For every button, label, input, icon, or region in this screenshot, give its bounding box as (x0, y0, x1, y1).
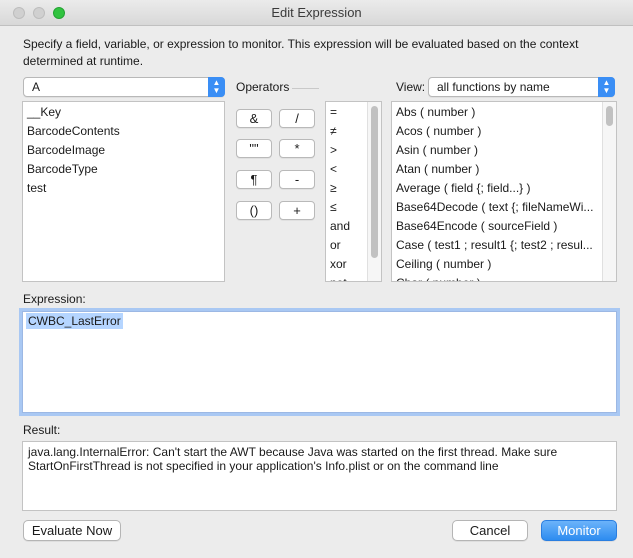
functions-scrollbar[interactable] (602, 102, 616, 281)
operator-plus-button[interactable]: + (279, 201, 315, 220)
operator-multiply-button[interactable]: * (279, 139, 315, 158)
comparison-scroll-thumb[interactable] (371, 106, 378, 258)
comparison-item[interactable]: and (330, 217, 350, 236)
comparison-item[interactable]: < (330, 160, 337, 179)
comparison-item[interactable]: ≠ (330, 122, 337, 141)
cancel-button[interactable]: Cancel (452, 520, 528, 541)
comparison-item[interactable]: or (330, 236, 341, 255)
expression-label: Expression: (23, 292, 86, 306)
function-item[interactable]: Atan ( number ) (396, 160, 479, 179)
operator-ampersand-button[interactable]: & (236, 109, 272, 128)
function-item[interactable]: Asin ( number ) (396, 141, 478, 160)
chevron-up-down-icon: ▲ ▼ (208, 77, 225, 97)
comparison-operators-list[interactable]: = ≠ > < ≥ ≤ and or xor not (325, 101, 382, 282)
monitor-button[interactable]: Monitor (541, 520, 617, 541)
field-item[interactable]: BarcodeImage (27, 141, 105, 160)
table-selector-value: A (32, 80, 41, 94)
result-text: java.lang.InternalError: Can't start the… (22, 441, 617, 511)
view-selector[interactable]: all functions by name ▲ ▼ (428, 77, 615, 97)
field-item[interactable]: BarcodeType (27, 160, 98, 179)
comparison-item[interactable]: not (330, 274, 347, 281)
intro-text: Specify a field, variable, or expression… (23, 37, 579, 68)
chevron-up-down-icon: ▲ ▼ (598, 77, 615, 97)
function-item[interactable]: Base64Encode ( sourceField ) (396, 217, 557, 236)
function-item[interactable]: Abs ( number ) (396, 103, 475, 122)
table-selector[interactable]: A ▲ ▼ (23, 77, 225, 97)
field-item[interactable]: __Key (27, 103, 61, 122)
result-label: Result: (23, 423, 61, 437)
operator-minus-button[interactable]: - (279, 170, 315, 189)
functions-list[interactable]: Abs ( number ) Acos ( number ) Asin ( nu… (391, 101, 617, 282)
comparison-item[interactable]: ≥ (330, 179, 337, 198)
operators-label: Operators (236, 80, 290, 94)
comparison-scrollbar[interactable] (367, 102, 381, 281)
expression-text[interactable]: CWBC_LastError (26, 313, 123, 329)
operator-pilcrow-button[interactable]: ¶ (236, 170, 272, 189)
field-item[interactable]: BarcodeContents (27, 122, 120, 141)
comparison-item[interactable]: ≤ (330, 198, 337, 217)
window-title: Edit Expression (271, 5, 362, 20)
view-selector-value: all functions by name (437, 80, 550, 94)
operators-divider (292, 88, 319, 89)
operator-divide-button[interactable]: / (279, 109, 315, 128)
function-item[interactable]: Acos ( number ) (396, 122, 481, 141)
view-label: View: (396, 80, 426, 94)
comparison-item[interactable]: xor (330, 255, 347, 274)
evaluate-now-button[interactable]: Evaluate Now (23, 520, 121, 541)
comparison-item[interactable]: = (330, 103, 337, 122)
comparison-item[interactable]: > (330, 141, 337, 160)
field-item[interactable]: test (27, 179, 46, 198)
function-item[interactable]: Average ( field {; field...} ) (396, 179, 531, 198)
function-item[interactable]: Ceiling ( number ) (396, 255, 491, 274)
operator-quotes-button[interactable]: "" (236, 139, 272, 158)
function-item[interactable]: Case ( test1 ; result1 {; test2 ; resul.… (396, 236, 593, 255)
fields-list[interactable]: __Key BarcodeContents BarcodeImage Barco… (22, 101, 225, 282)
function-item[interactable]: Char ( number ) (396, 274, 481, 281)
functions-scroll-thumb[interactable] (606, 106, 613, 126)
function-item[interactable]: Base64Decode ( text {; fileNameWi... (396, 198, 593, 217)
operator-parentheses-button[interactable]: () (236, 201, 272, 220)
